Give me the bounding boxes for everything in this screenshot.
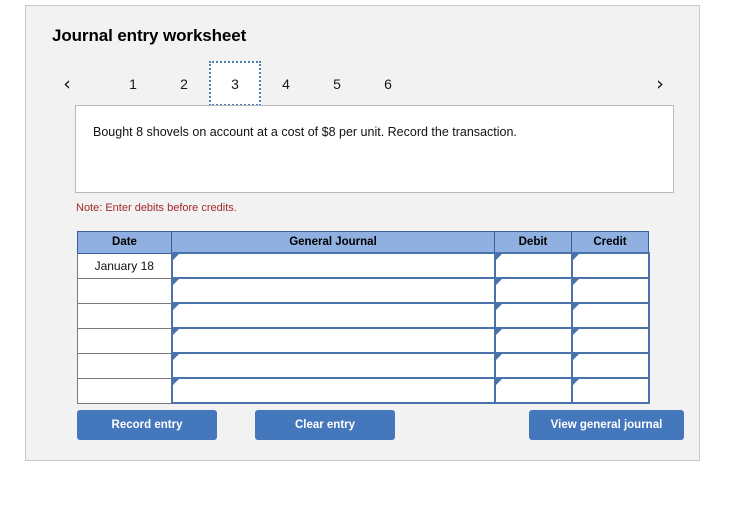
date-cell[interactable] bbox=[77, 352, 172, 379]
clear-entry-button[interactable]: Clear entry bbox=[255, 410, 395, 440]
general-journal-cell[interactable] bbox=[170, 252, 496, 279]
debit-cell[interactable] bbox=[493, 252, 573, 279]
tab-strip: ‹ 1 2 3 4 5 6 › bbox=[46, 61, 681, 106]
transaction-prompt-text: Bought 8 shovels on account at a cost of… bbox=[93, 125, 517, 139]
credit-cell[interactable] bbox=[570, 377, 650, 404]
debit-cell[interactable] bbox=[493, 327, 573, 354]
debits-before-credits-note: Note: Enter debits before credits. bbox=[76, 202, 237, 214]
chevron-left-icon[interactable]: ‹ bbox=[54, 61, 80, 106]
record-entry-button[interactable]: Record entry bbox=[77, 410, 217, 440]
general-journal-cell[interactable] bbox=[170, 327, 496, 354]
table-row: January 18 bbox=[77, 252, 650, 279]
tab-5[interactable]: 5 bbox=[311, 61, 363, 106]
debit-cell[interactable] bbox=[493, 377, 573, 404]
journal-entry-table: Date General Journal Debit Credit Januar… bbox=[77, 231, 650, 404]
credit-cell[interactable] bbox=[570, 302, 650, 329]
date-cell[interactable]: January 18 bbox=[77, 252, 172, 279]
tab-3[interactable]: 3 bbox=[209, 61, 261, 106]
date-cell[interactable] bbox=[77, 302, 172, 329]
chevron-right-icon[interactable]: › bbox=[647, 61, 673, 106]
tab-4[interactable]: 4 bbox=[260, 61, 312, 106]
general-journal-cell[interactable] bbox=[170, 277, 496, 304]
table-row bbox=[77, 277, 650, 304]
general-journal-cell[interactable] bbox=[170, 377, 496, 404]
tab-1[interactable]: 1 bbox=[107, 61, 159, 106]
column-header-general-journal: General Journal bbox=[171, 231, 495, 254]
page-title: Journal entry worksheet bbox=[52, 26, 247, 45]
table-row bbox=[77, 377, 650, 404]
debit-cell[interactable] bbox=[493, 352, 573, 379]
table-row bbox=[77, 302, 650, 329]
view-general-journal-button[interactable]: View general journal bbox=[529, 410, 684, 440]
credit-cell[interactable] bbox=[570, 327, 650, 354]
debit-cell[interactable] bbox=[493, 302, 573, 329]
credit-cell[interactable] bbox=[570, 352, 650, 379]
date-cell[interactable] bbox=[77, 277, 172, 304]
transaction-prompt-box: Bought 8 shovels on account at a cost of… bbox=[75, 105, 674, 193]
date-cell[interactable] bbox=[77, 377, 172, 404]
tab-2[interactable]: 2 bbox=[158, 61, 210, 106]
general-journal-cell[interactable] bbox=[170, 352, 496, 379]
credit-cell[interactable] bbox=[570, 277, 650, 304]
worksheet-card: Journal entry worksheet ‹ 1 2 3 4 5 6 › … bbox=[25, 5, 700, 461]
general-journal-cell[interactable] bbox=[170, 302, 496, 329]
credit-cell[interactable] bbox=[570, 252, 650, 279]
tab-6[interactable]: 6 bbox=[362, 61, 414, 106]
table-header-row: Date General Journal Debit Credit bbox=[77, 231, 649, 254]
table-row bbox=[77, 327, 650, 354]
debit-cell[interactable] bbox=[493, 277, 573, 304]
column-header-date: Date bbox=[77, 231, 172, 254]
column-header-credit: Credit bbox=[571, 231, 649, 254]
date-cell[interactable] bbox=[77, 327, 172, 354]
column-header-debit: Debit bbox=[494, 231, 572, 254]
table-row bbox=[77, 352, 650, 379]
